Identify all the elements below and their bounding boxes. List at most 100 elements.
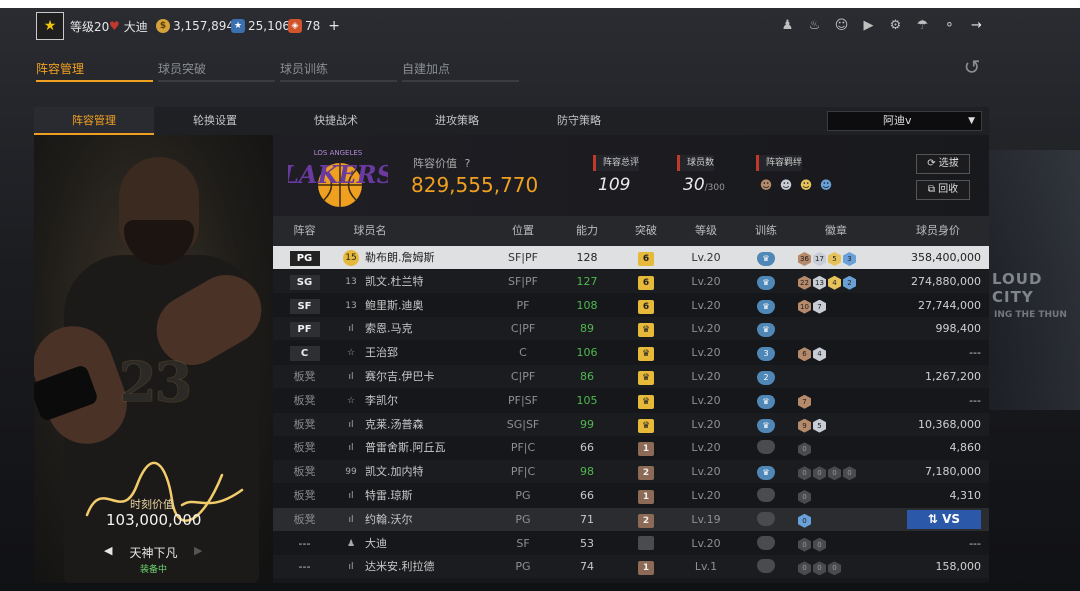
- table-row[interactable]: 板凳 ıl 普雷舍斯.阿丘瓦 PF|C 66 1 Lv.20 0 4,860: [273, 436, 989, 459]
- training-cell: 2: [736, 365, 796, 388]
- breakthrough-cell: 2: [616, 508, 676, 531]
- table-row[interactable]: --- ♟ 大迪 SF 53 Lv.20 0 0 ---: [273, 532, 989, 555]
- gear-icon[interactable]: ⚙: [886, 17, 905, 35]
- video-icon[interactable]: ▶: [859, 17, 878, 35]
- recycle-button[interactable]: ⧉ 回收: [916, 180, 970, 200]
- player-name-cell[interactable]: 15 勒布朗.詹姆斯: [343, 246, 493, 269]
- friends-icon[interactable]: ☺: [832, 17, 851, 35]
- player-name-cell[interactable]: ıl 达米安.利拉德: [343, 555, 493, 578]
- bonds-icons[interactable]: ☻ ☻ ☻ ☻: [758, 177, 834, 193]
- badge-hex-icon: 17: [813, 252, 826, 266]
- player-name-cell[interactable]: ıl 克莱.汤普森: [343, 413, 493, 436]
- avatar[interactable]: ★: [36, 12, 64, 40]
- table-row[interactable]: SF 13 鲍里斯.迪奥 PF 108 6 Lv.20 ♛ 10 7 27,744,000: [273, 294, 989, 317]
- badge-hex-icon: 3: [843, 252, 856, 266]
- filter-button[interactable]: ⟳ 选拔: [916, 154, 970, 174]
- player-name-cell[interactable]: ıl 特雷.琼斯: [343, 484, 493, 507]
- table-row[interactable]: 板凳 99 凯文.加内特 PF|C 98 2 Lv.20 ♛ 0 0 0 0 7,180,000: [273, 460, 989, 484]
- table-row[interactable]: 板凳 ıl 约翰.沃尔 PG 71 2 Lv.19 0 ⇅ VS: [273, 507, 989, 531]
- breakthrough-cell: ♛: [616, 413, 676, 436]
- subtab-lineup[interactable]: 阵容管理: [34, 107, 154, 135]
- training-cell: ♛: [736, 317, 796, 340]
- badge-hex-icon: 4: [828, 275, 841, 290]
- player-position: SF: [516, 536, 530, 550]
- player-ability: 66: [580, 489, 594, 502]
- table-row[interactable]: PF ıl 索恩.马克 C|PF 89 ♛ Lv.20 ♛ 998,400: [273, 317, 989, 341]
- subtab-tactics[interactable]: 快捷战术: [276, 107, 396, 135]
- player-name-cell[interactable]: ♟ 大迪: [343, 532, 493, 555]
- player-name-cell[interactable]: 13 鲍里斯.迪奥: [343, 294, 493, 317]
- player-name-cell[interactable]: 99 凯文.加内特: [343, 460, 493, 483]
- player-tag-icon: ☆: [346, 348, 356, 359]
- player-tag-icon: ıl: [348, 562, 354, 573]
- lineup-select-value: 阿迪v: [883, 114, 912, 127]
- table-row[interactable]: C ☆ 王治郅 C 106 ♛ Lv.20 3 6 4 ---: [273, 341, 989, 364]
- exit-icon[interactable]: →: [967, 17, 986, 35]
- badge-list: 95: [798, 418, 826, 433]
- table-row[interactable]: 板凳 ☆ 李凯尔 PF|SF 105 ♛ Lv.20 ♛ 7 ---: [273, 389, 989, 412]
- training-cell: ♛: [736, 389, 796, 412]
- badge-list: 000: [798, 561, 841, 576]
- col-level: 等级: [695, 224, 717, 237]
- tab-breakthrough[interactable]: 球员突破: [158, 56, 275, 82]
- shield-icon[interactable]: ☂: [913, 17, 932, 35]
- player-name-cell[interactable]: ıl 约翰.沃尔: [343, 508, 493, 531]
- subtab-defense[interactable]: 防守策略: [519, 107, 639, 135]
- training-cell: ♛: [736, 246, 796, 269]
- compare-vs-button[interactable]: ⇅ VS: [907, 509, 981, 529]
- player-name-cell[interactable]: ıl 普雷舍斯.阿丘瓦: [343, 436, 493, 459]
- table-row[interactable]: SG 13 凯文.杜兰特 SF|PF 127 6 Lv.20 ♛ 22 13 4 2 274,880,0…: [273, 269, 989, 293]
- subtab-rotation[interactable]: 轮换设置: [155, 107, 275, 135]
- player-name: 赛尔吉.伊巴卡: [365, 370, 435, 383]
- user-icon[interactable]: ♟: [778, 17, 797, 35]
- player-name-cell[interactable]: ıl 赛尔吉.伊巴卡: [343, 365, 493, 388]
- col-name: 球员名: [353, 224, 387, 237]
- position-badge: C: [289, 346, 320, 362]
- help-icon[interactable]: ?: [465, 157, 471, 170]
- player-name: 约翰.沃尔: [365, 512, 413, 526]
- lineup-select[interactable]: 阿迪v ▼: [827, 111, 982, 131]
- subtab-offense[interactable]: 进攻策略: [397, 107, 517, 135]
- badge-hex-icon: 4: [813, 347, 826, 362]
- slot-cell: 板凳: [273, 436, 336, 459]
- player-name: 大迪: [365, 536, 387, 550]
- table-row[interactable]: --- ıl 达米安.利拉德 PG 74 1 Lv.1 0 0 0 158,000: [273, 555, 989, 579]
- headset-icon[interactable]: ⚬: [940, 17, 959, 35]
- player-name: 普雷舍斯.阿丘瓦: [365, 441, 446, 455]
- badge-list: 0: [798, 490, 811, 504]
- tab-custom-points-label: 自建加点: [402, 62, 451, 76]
- player-ability: 105: [576, 393, 598, 407]
- player-name-cell[interactable]: 13 凯文.杜兰特: [343, 270, 493, 293]
- player-value: 1,267,200: [925, 370, 981, 383]
- player-card[interactable]: 23 时刻价值 103,000,000 ◀ 天神下凡 ▶ 装备中: [34, 135, 273, 583]
- add-tickets-button[interactable]: +: [328, 18, 340, 34]
- table-row[interactable]: PG 15 勒布朗.詹姆斯 SF|PF 128 6 Lv.20 ♛ 36 17 5 3 358,400,…: [273, 246, 989, 269]
- col-ability: 能力: [576, 224, 598, 237]
- tab-lineup[interactable]: 阵容管理: [36, 56, 153, 82]
- card-next-arrow-icon[interactable]: ▶: [194, 544, 202, 557]
- training-cell: ♛: [736, 413, 796, 436]
- player-level: Lv.20: [691, 251, 721, 264]
- player-value: 998,400: [935, 322, 982, 336]
- table-row[interactable]: 板凳 ıl 赛尔吉.伊巴卡 C|PF 86 ♛ Lv.20 2 1,267,200: [273, 365, 989, 388]
- player-ability: 128: [576, 251, 598, 264]
- player-position: C|PF: [510, 322, 536, 336]
- player-position: SG|SF: [506, 417, 540, 431]
- player-name-cell[interactable]: ☆ 李凯尔: [343, 389, 493, 412]
- badge-list: 00: [798, 537, 826, 552]
- player-name-cell[interactable]: ıl 索恩.马克: [343, 317, 493, 340]
- table-row[interactable]: 板凳 ıl 克莱.汤普森 SG|SF 99 ♛ Lv.20 ♛ 9 5 10,368,000: [273, 412, 989, 436]
- badge-hex-icon: 7: [813, 299, 826, 314]
- player-name-cell[interactable]: ☆ 王治郅: [343, 341, 493, 364]
- bell-icon[interactable]: ♨: [805, 17, 824, 35]
- player-tag-icon: ♟: [346, 538, 356, 549]
- player-level: Lv.1: [694, 560, 718, 574]
- badges-cell[interactable]: 0: [798, 508, 888, 531]
- tab-custom-points[interactable]: 自建加点: [402, 56, 519, 82]
- back-arrow-icon[interactable]: ↺: [956, 56, 988, 78]
- table-row[interactable]: 板凳 ıl 特雷.琼斯 PG 66 1 Lv.20 0 4,310: [273, 484, 989, 507]
- position-badge: PG: [289, 251, 320, 266]
- tab-training[interactable]: 球员训练: [280, 56, 397, 82]
- player-ability: 98: [580, 465, 594, 479]
- bond-bronze-icon: ☻: [759, 178, 773, 192]
